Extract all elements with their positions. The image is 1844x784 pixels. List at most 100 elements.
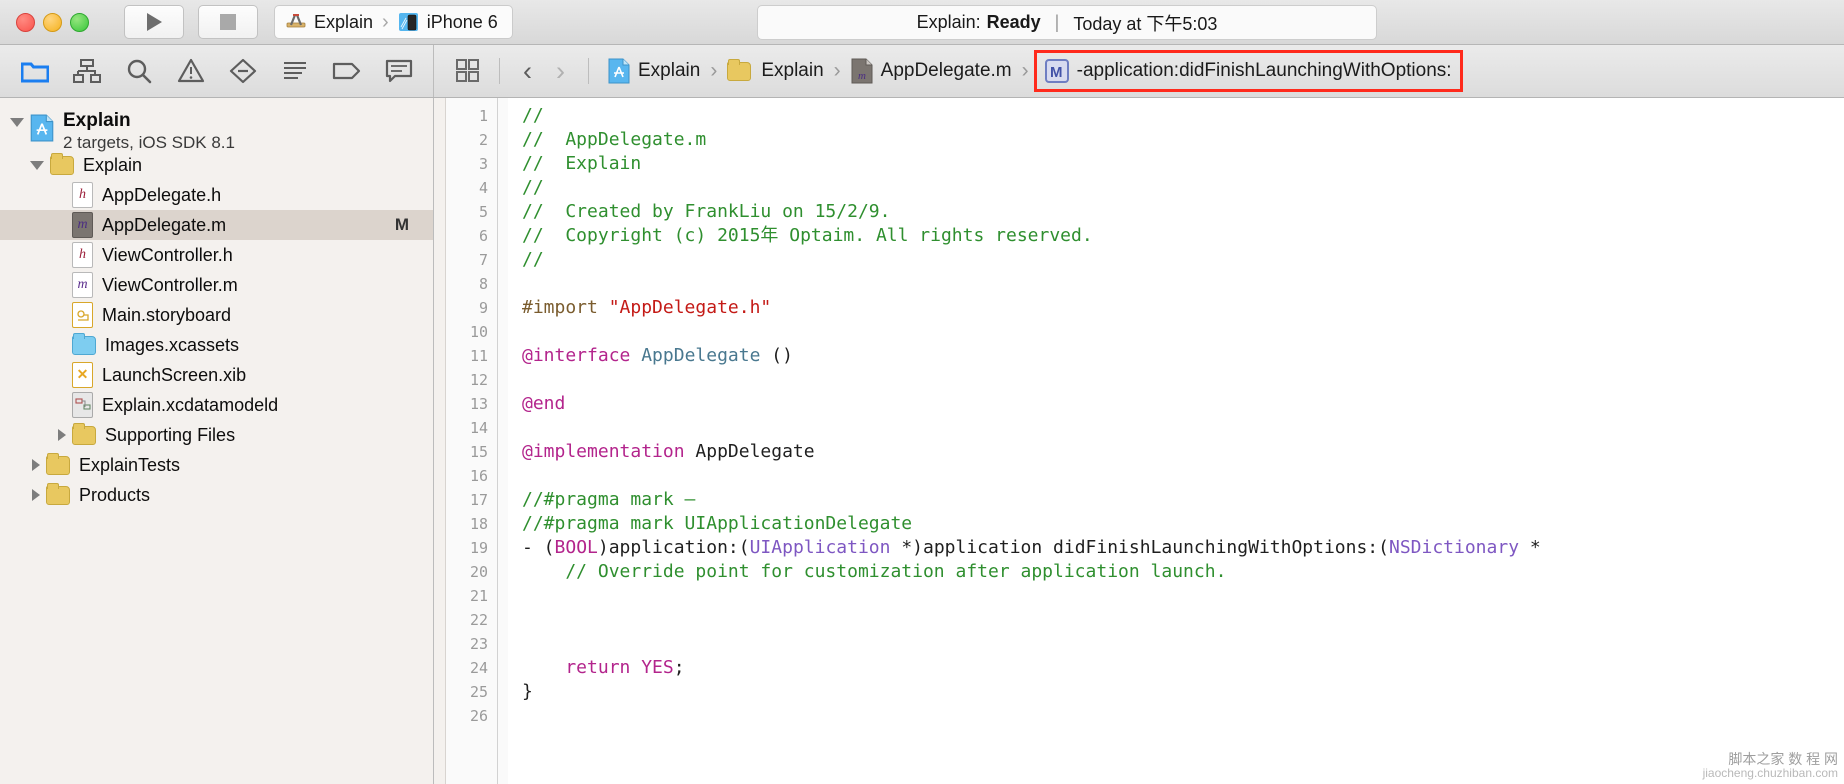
related-items-icon[interactable]	[452, 54, 486, 88]
jumpbar-divider-2	[588, 58, 589, 84]
warning-triangle-icon[interactable]	[174, 54, 208, 88]
navigator-selector-bar	[0, 45, 434, 97]
navigator-row-products[interactable]: Products	[0, 480, 433, 510]
navigator-row-explaintests[interactable]: ExplainTests	[0, 450, 433, 480]
test-diamond-icon[interactable]	[226, 54, 260, 88]
code-line[interactable]	[522, 416, 1844, 440]
code-line[interactable]: // AppDelegate.m	[522, 128, 1844, 152]
code-line[interactable]: // Created by FrankLiu on 15/2/9.	[522, 200, 1844, 224]
navigator-row-launchscreen-xib[interactable]: ✕ LaunchScreen.xib	[0, 360, 433, 390]
code-line[interactable]: // Explain	[522, 152, 1844, 176]
svg-text:m: m	[858, 70, 866, 82]
code-content[interactable]: // // AppDelegate.m // Explain // // Created…	[508, 98, 1844, 784]
zoom-window-button[interactable]	[70, 12, 89, 32]
code-line[interactable]	[522, 464, 1844, 488]
code-token: //#pragma mark UIApplicationDelegate	[522, 513, 913, 534]
code-line[interactable]: return YES;	[522, 656, 1844, 680]
navigator-row-viewcontroller-h[interactable]: h ViewController.h	[0, 240, 433, 270]
code-line[interactable]	[522, 368, 1844, 392]
forward-button[interactable]: ›	[546, 56, 575, 87]
scheme-selector[interactable]: Explain › iPhone 6	[274, 5, 513, 39]
navigator-row-appdelegate-m[interactable]: m AppDelegate.m M	[0, 210, 433, 240]
code-line[interactable]: //#pragma mark UIApplicationDelegate	[522, 512, 1844, 536]
navigator-row-supporting-files[interactable]: Supporting Files	[0, 420, 433, 450]
minimize-window-button[interactable]	[43, 12, 62, 32]
stop-button[interactable]	[198, 5, 258, 39]
line-number: 15	[469, 443, 488, 461]
breadcrumb-label-3: -application:didFinishLaunchingWithOptio…	[1076, 60, 1452, 81]
code-token: // Override point for customization afte…	[522, 561, 1227, 582]
close-window-button[interactable]	[16, 12, 35, 32]
window-titlebar: Explain › iPhone 6 Explain: Ready | Toda…	[0, 0, 1844, 45]
line-number: 2	[478, 131, 488, 149]
code-line[interactable]	[522, 272, 1844, 296]
yellow-folder-icon	[46, 452, 70, 475]
code-token: AppDelegate	[641, 345, 761, 366]
code-line[interactable]: }	[522, 680, 1844, 704]
disclosure-triangle-icon[interactable]	[58, 429, 66, 441]
iphone-simulator-icon	[398, 13, 418, 31]
breadcrumb-item-method[interactable]: M -application:didFinishLaunchingWithOpt…	[1033, 50, 1463, 92]
line-number: 18	[469, 515, 488, 533]
breakpoint-tag-icon[interactable]	[330, 54, 364, 88]
back-button[interactable]: ‹	[513, 56, 542, 87]
report-comment-icon[interactable]	[382, 54, 416, 88]
navigator-project-row[interactable]: Explain 2 targets, iOS SDK 8.1	[0, 104, 433, 152]
jump-bar: ‹ › Explain › Explain › m AppDelegate.m …	[434, 45, 1844, 97]
code-line[interactable]: //	[522, 248, 1844, 272]
line-number: 25	[469, 683, 488, 701]
code-line[interactable]: //	[522, 176, 1844, 200]
code-line[interactable]: @implementation AppDelegate	[522, 440, 1844, 464]
navigator-row-explain-xcdatamodeld[interactable]: Explain.xcdatamodeld	[0, 390, 433, 420]
navigator-item-label: ExplainTests	[79, 454, 181, 475]
navigator-row-explain-group[interactable]: Explain	[0, 150, 433, 180]
line-number: 17	[469, 491, 488, 509]
code-line[interactable]: @end	[522, 392, 1844, 416]
code-line[interactable]: // Override point for customization afte…	[522, 560, 1844, 584]
code-line[interactable]: // Copyright (c) 2015年 Optaim. All right…	[522, 224, 1844, 248]
line-number: 14	[469, 419, 488, 437]
line-number: 19	[469, 539, 488, 557]
source-editor[interactable]: 1 2 3 4 5 6 7 8 9 10 11 12 13 14 15 16 17 18 19 20 21 22 23 24 2…	[434, 98, 1844, 784]
disclosure-triangle-icon[interactable]	[32, 489, 40, 501]
code-token: //#pragma mark –	[522, 489, 696, 510]
navigator-row-images-xcassets[interactable]: Images.xcassets	[0, 330, 433, 360]
status-timestamp: Today at 下午5:03	[1073, 13, 1218, 34]
code-token: ;	[673, 657, 685, 678]
code-line[interactable]	[522, 608, 1844, 632]
disclosure-triangle-icon[interactable]	[10, 118, 24, 127]
breadcrumb-label-1: Explain	[761, 60, 824, 81]
code-line[interactable]	[522, 632, 1844, 656]
breadcrumb-item-file[interactable]: m AppDelegate.m	[845, 56, 1018, 86]
navigator-row-viewcontroller-m[interactable]: m ViewController.m	[0, 270, 433, 300]
code-line[interactable]	[522, 704, 1844, 728]
code-token: @interface	[522, 345, 642, 366]
line-number: 7	[478, 251, 488, 269]
method-m-badge-icon: M	[1044, 59, 1069, 83]
line-number: 26	[469, 707, 488, 725]
disclosure-triangle-icon[interactable]	[30, 160, 44, 170]
code-line[interactable]: - (BOOL)application:(UIApplication *)app…	[522, 536, 1844, 560]
disclosure-triangle-icon[interactable]	[32, 459, 40, 471]
navigator-folder-icon[interactable]	[18, 54, 52, 88]
breadcrumb-item-group[interactable]: Explain	[721, 58, 829, 84]
jumpbar-divider	[499, 58, 500, 84]
code-line[interactable]: @interface AppDelegate ()	[522, 344, 1844, 368]
symbol-hierarchy-icon[interactable]	[70, 54, 104, 88]
code-token: NSDictionary	[1388, 537, 1520, 558]
xcode-project-file-icon	[608, 58, 630, 84]
project-navigator[interactable]: Explain 2 targets, iOS SDK 8.1 Explain h…	[0, 98, 434, 784]
code-line[interactable]	[522, 584, 1844, 608]
svg-text:M: M	[1050, 64, 1063, 81]
run-button[interactable]	[124, 5, 184, 39]
navigator-item-label: AppDelegate.m	[102, 214, 227, 235]
search-icon[interactable]	[122, 54, 156, 88]
code-line[interactable]: //#pragma mark –	[522, 488, 1844, 512]
breadcrumb-item-project[interactable]: Explain	[602, 56, 706, 86]
debug-list-icon[interactable]	[278, 54, 312, 88]
code-line[interactable]: //	[522, 104, 1844, 128]
code-line[interactable]: #import "AppDelegate.h"	[522, 296, 1844, 320]
code-line[interactable]	[522, 320, 1844, 344]
navigator-row-main-storyboard[interactable]: Main.storyboard	[0, 300, 433, 330]
navigator-row-appdelegate-h[interactable]: h AppDelegate.h	[0, 180, 433, 210]
